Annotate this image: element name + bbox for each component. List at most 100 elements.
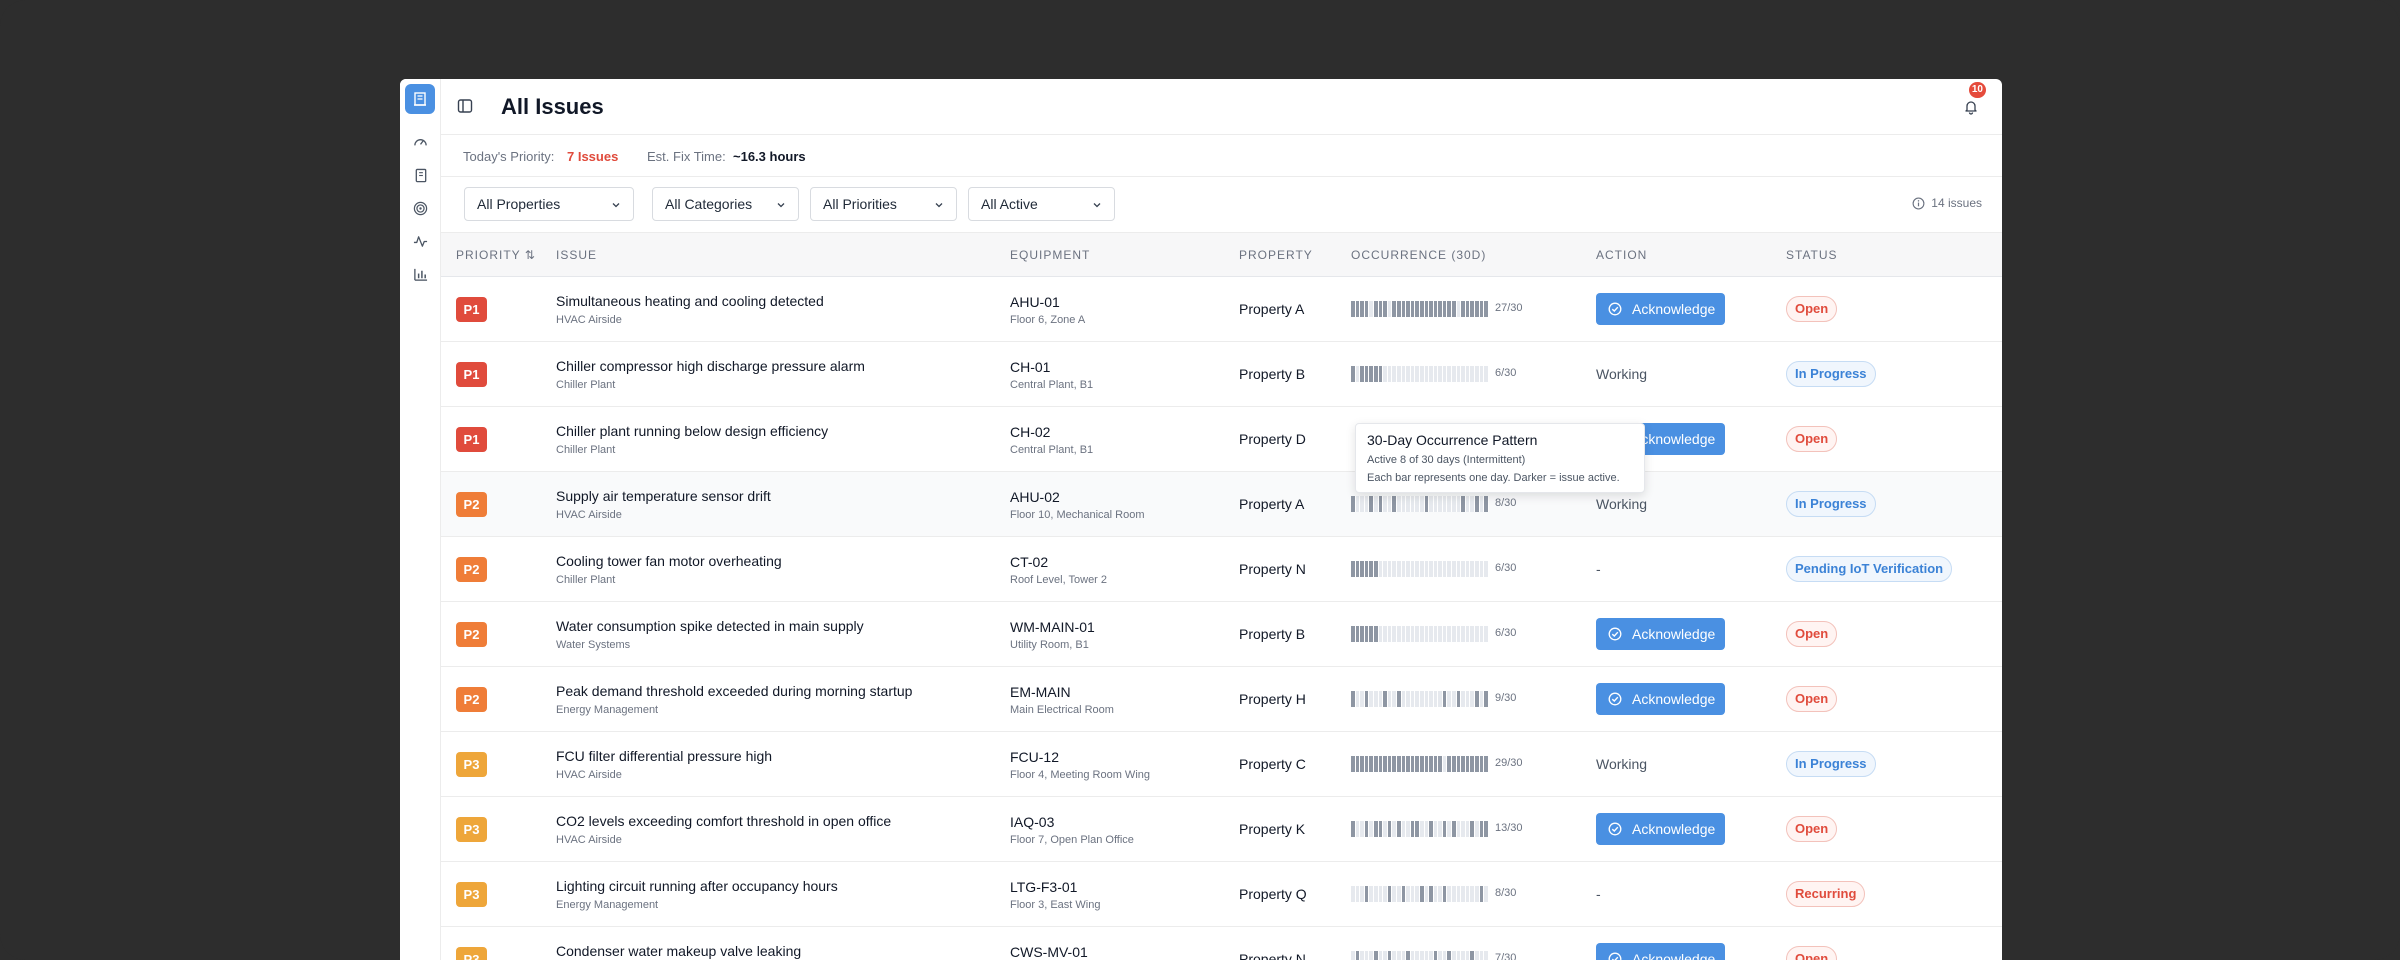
- occurrence-sparkline[interactable]: [1351, 366, 1491, 382]
- table-row[interactable]: P3 Condenser water makeup valve leaking CW…: [441, 927, 2002, 960]
- col-priority[interactable]: PRIORITY ⇅: [456, 248, 536, 262]
- issue-title[interactable]: Water consumption spike detected in main…: [556, 618, 864, 634]
- table-row[interactable]: P3 FCU filter differential pressure high H…: [441, 732, 2002, 797]
- equipment-location: Floor 7, Open Plan Office: [1010, 834, 1134, 846]
- table-row[interactable]: P1 Chiller plant running below design eff…: [441, 407, 2002, 472]
- property-name: Property A: [1239, 496, 1305, 512]
- equipment-location: Central Plant, B1: [1010, 379, 1094, 391]
- chevron-down-icon: [1093, 203, 1101, 208]
- issue-count-text: 14 issues: [1931, 196, 1982, 210]
- status-badge: Open: [1786, 296, 1838, 322]
- occurrence-bars: [1351, 561, 1489, 577]
- issue-category: Chiller Plant: [556, 574, 616, 586]
- priority-badge: P1: [456, 427, 487, 452]
- occurrence-bars: [1351, 951, 1489, 960]
- notification-bell-icon[interactable]: [1960, 95, 1982, 117]
- equipment-id: LTG-F3-01: [1010, 879, 1078, 895]
- issue-title[interactable]: FCU filter differential pressure high: [556, 748, 772, 764]
- col-property: PROPERTY: [1239, 248, 1313, 262]
- status-badge: In Progress: [1786, 491, 1876, 517]
- issue-category: HVAC Airside: [556, 509, 622, 521]
- occurrence-sparkline[interactable]: [1351, 561, 1491, 577]
- status-badge: In Progress: [1786, 361, 1876, 387]
- activity-icon[interactable]: [412, 233, 429, 250]
- issue-category: HVAC Airside: [556, 314, 622, 326]
- acknowledge-button[interactable]: Acknowledge: [1596, 683, 1725, 715]
- action-text: Working: [1596, 496, 1648, 512]
- table-row[interactable]: P1 Chiller compressor high discharge pres…: [441, 342, 2002, 407]
- occurrence-bars: [1351, 626, 1489, 642]
- building-logo-icon[interactable]: [405, 84, 435, 114]
- gauge-icon[interactable]: [412, 134, 429, 151]
- occurrence-sparkline[interactable]: [1351, 301, 1491, 317]
- occurrence-sparkline[interactable]: [1351, 626, 1491, 642]
- issue-title[interactable]: Chiller plant running below design effic…: [556, 423, 828, 439]
- active-filter-select[interactable]: All Active: [968, 187, 1115, 221]
- equipment-location: Utility Room, B1: [1010, 639, 1089, 651]
- issue-title[interactable]: Simultaneous heating and cooling detecte…: [556, 293, 824, 309]
- table-row[interactable]: P2 Water consumption spike detected in ma…: [441, 602, 2002, 667]
- category-filter-select[interactable]: All Categories: [652, 187, 799, 221]
- priority-badge: P3: [456, 752, 487, 777]
- table-row[interactable]: P2 Cooling tower fan motor overheating Chi…: [441, 537, 2002, 602]
- device-frame: All Issues 10 Today's Priority: 7 Issues…: [0, 0, 2400, 960]
- issue-category: Chiller Plant: [556, 444, 616, 456]
- occurrence-sparkline[interactable]: [1351, 951, 1491, 960]
- check-circle-icon: [1608, 822, 1622, 836]
- issue-title[interactable]: Peak demand threshold exceeded during mo…: [556, 683, 912, 699]
- occurrence-sparkline[interactable]: [1351, 756, 1491, 772]
- col-occurrence: OCCURRENCE (30D): [1351, 248, 1487, 262]
- status-badge: Open: [1786, 621, 1838, 647]
- property-filter-select[interactable]: All Properties: [464, 187, 634, 221]
- check-circle-icon: [1608, 627, 1622, 641]
- table-row[interactable]: P3 CO2 levels exceeding comfort threshold…: [441, 797, 2002, 862]
- occurrence-sparkline[interactable]: [1351, 496, 1491, 512]
- equipment-location: Roof Level, Tower 2: [1010, 574, 1108, 586]
- fix-time-value: ~16.3 hours: [733, 149, 806, 164]
- table-row[interactable]: P2 Supply air temperature sensor drift HVA…: [441, 472, 2002, 537]
- occurrence-bars: [1351, 821, 1489, 837]
- issue-title[interactable]: CO2 levels exceeding comfort threshold i…: [556, 813, 891, 829]
- acknowledge-button[interactable]: Acknowledge: [1596, 813, 1725, 845]
- table-row[interactable]: P1 Simultaneous heating and cooling detec…: [441, 277, 2002, 342]
- occurrence-count: 8/30: [1495, 887, 1517, 899]
- target-icon[interactable]: [412, 200, 429, 217]
- priority-badge: P2: [456, 687, 487, 712]
- table-row[interactable]: P3 Lighting circuit running after occupan…: [441, 862, 2002, 927]
- bar-chart-icon[interactable]: [412, 266, 429, 283]
- occurrence-count: 6/30: [1495, 562, 1517, 574]
- acknowledge-button[interactable]: Acknowledge: [1596, 943, 1725, 960]
- issue-title[interactable]: Supply air temperature sensor drift: [556, 488, 771, 504]
- occurrence-day-bar: [1484, 756, 1489, 772]
- issue-title[interactable]: Condenser water makeup valve leaking: [556, 943, 801, 959]
- status-badge: Pending IoT Verification: [1786, 556, 1953, 582]
- equipment-location: Floor 10, Mechanical Room: [1010, 509, 1145, 521]
- acknowledge-button[interactable]: Acknowledge: [1596, 618, 1725, 650]
- table-row[interactable]: P2 Peak demand threshold exceeded during …: [441, 667, 2002, 732]
- building-icon[interactable]: [412, 167, 429, 184]
- equipment-id: CH-02: [1010, 424, 1051, 440]
- occurrence-bars: [1351, 886, 1489, 902]
- page-title: All Issues: [501, 94, 604, 119]
- equipment-location: Main Electrical Room: [1010, 704, 1114, 716]
- equipment-id: EM-MAIN: [1010, 684, 1071, 700]
- occurrence-sparkline[interactable]: [1351, 886, 1491, 902]
- priority-badge: P2: [456, 492, 487, 517]
- issue-title[interactable]: Lighting circuit running after occupancy…: [556, 878, 838, 894]
- sidebar-toggle-icon[interactable]: [457, 98, 475, 116]
- priority-label: Today's Priority:: [463, 149, 555, 164]
- equipment-location: Floor 6, Zone A: [1010, 314, 1086, 326]
- status-badge: Open: [1786, 946, 1838, 960]
- equipment-id: CT-02: [1010, 554, 1049, 570]
- acknowledge-button[interactable]: Acknowledge: [1596, 293, 1725, 325]
- occurrence-sparkline[interactable]: [1351, 691, 1491, 707]
- priority-filter-select[interactable]: All Priorities: [810, 187, 957, 221]
- issue-title[interactable]: Cooling tower fan motor overheating: [556, 553, 782, 569]
- acknowledge-label: Acknowledge: [1632, 626, 1716, 642]
- priority-badge: P2: [456, 622, 487, 647]
- occurrence-bars: [1351, 301, 1489, 317]
- issue-title[interactable]: Chiller compressor high discharge pressu…: [556, 358, 865, 374]
- priority-badge: P3: [456, 882, 487, 907]
- occurrence-sparkline[interactable]: [1351, 821, 1491, 837]
- occurrence-bars: [1351, 496, 1489, 512]
